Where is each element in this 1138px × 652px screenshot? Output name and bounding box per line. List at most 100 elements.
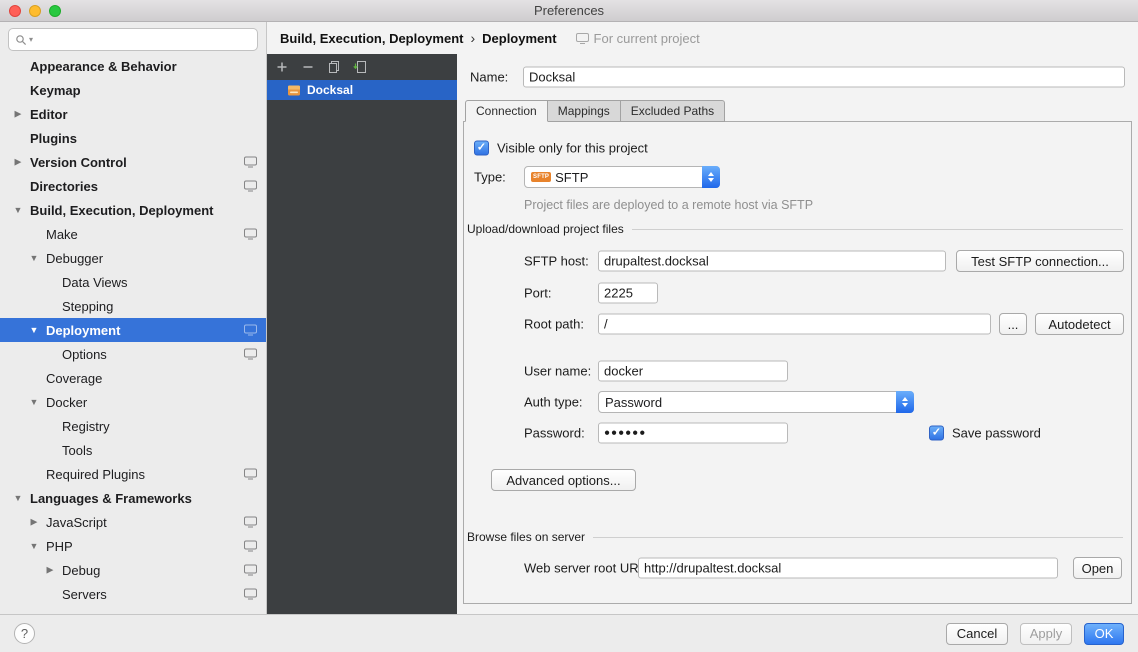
sidebar-item-deployment[interactable]: ▼ Deployment <box>0 318 266 342</box>
chevron-down-icon[interactable]: ▼ <box>28 397 40 407</box>
project-setting-icon <box>244 229 257 240</box>
minimize-button[interactable] <box>29 5 41 17</box>
sidebar-item-label: JavaScript <box>46 515 107 530</box>
sidebar-item-docker[interactable]: ▼Docker <box>0 390 266 414</box>
add-icon[interactable] <box>275 60 289 74</box>
apply-button[interactable]: Apply <box>1020 623 1072 645</box>
chevron-down-icon[interactable]: ▼ <box>28 253 40 263</box>
chevron-right-icon[interactable]: ▶ <box>12 157 24 168</box>
browse-section-header: Browse files on server <box>467 529 1123 545</box>
browse-root-path-button[interactable]: ... <box>999 313 1027 335</box>
server-toolbar <box>267 54 457 80</box>
open-button[interactable]: Open <box>1073 557 1122 579</box>
port-input[interactable] <box>598 283 658 304</box>
sidebar-item-version-control[interactable]: ▶Version Control <box>0 150 266 174</box>
save-password-label: Save password <box>952 426 1041 441</box>
sidebar-item-label: Servers <box>62 587 107 602</box>
auth-type-select[interactable]: Password <box>598 391 914 413</box>
upload-section-header: Upload/download project files <box>467 221 1123 237</box>
port-label: Port: <box>524 286 551 301</box>
sidebar-item-servers[interactable]: Servers <box>0 582 266 606</box>
sidebar-item-registry[interactable]: Registry <box>0 414 266 438</box>
footer-bar: ? Cancel Apply OK <box>0 614 1138 652</box>
settings-search[interactable]: ▾ <box>8 28 258 51</box>
sidebar-item-tools[interactable]: Tools <box>0 438 266 462</box>
sidebar-item-make[interactable]: Make <box>0 222 266 246</box>
combo-stepper-icon <box>896 391 914 413</box>
breadcrumb-part-build-execution-deployment[interactable]: Build, Execution, Deployment <box>280 31 463 46</box>
password-input[interactable] <box>598 423 788 444</box>
sidebar-item-label: PHP <box>46 539 73 554</box>
sidebar-item-stepping[interactable]: Stepping <box>0 294 266 318</box>
advanced-options-button[interactable]: Advanced options... <box>491 469 636 491</box>
sftp-host-label: SFTP host: <box>524 254 589 269</box>
auth-type-value: Password <box>605 395 662 410</box>
web-root-input[interactable] <box>638 558 1058 579</box>
save-password-checkbox[interactable]: ✓ <box>929 426 944 441</box>
chevron-down-icon[interactable]: ▼ <box>12 493 24 503</box>
test-sftp-connection-button[interactable]: Test SFTP connection... <box>956 250 1124 272</box>
user-name-input[interactable] <box>598 361 788 382</box>
sidebar-item-plugins[interactable]: Plugins <box>0 126 266 150</box>
window-title: Preferences <box>534 3 604 18</box>
sidebar-item-data-views[interactable]: Data Views <box>0 270 266 294</box>
zoom-button[interactable] <box>49 5 61 17</box>
sidebar-item-coverage[interactable]: Coverage <box>0 366 266 390</box>
root-path-label: Root path: <box>524 317 584 332</box>
breadcrumb: Build, Execution, Deployment › Deploymen… <box>267 22 1138 54</box>
tab-label: Connection <box>476 104 537 118</box>
visible-only-checkbox[interactable]: ✓ <box>474 141 489 156</box>
type-value: SFTP <box>555 170 588 185</box>
sidebar-item-label: Required Plugins <box>46 467 145 482</box>
remove-icon[interactable] <box>301 60 315 74</box>
sidebar-item-label: Debugger <box>46 251 103 266</box>
tab-excluded-paths[interactable]: Excluded Paths <box>621 100 725 122</box>
traffic-lights <box>9 5 61 17</box>
project-setting-icon <box>244 157 257 168</box>
type-row: Type: SFTP SFTP <box>464 166 1131 188</box>
chevron-right-icon[interactable]: ▶ <box>12 109 24 120</box>
sidebar-item-label: Options <box>62 347 107 362</box>
project-setting-icon <box>244 349 257 360</box>
sidebar-item-javascript[interactable]: ▶ JavaScript <box>0 510 266 534</box>
sidebar-item-label: Deployment <box>46 323 120 338</box>
sidebar-item-required-plugins[interactable]: Required Plugins <box>0 462 266 486</box>
sidebar-item-php[interactable]: ▼ PHP <box>0 534 266 558</box>
chevron-right-icon[interactable]: ▶ <box>28 517 40 528</box>
search-input[interactable] <box>35 33 251 47</box>
footer-buttons: Cancel Apply OK <box>946 623 1124 645</box>
server-item-docksal[interactable]: Docksal <box>267 80 457 100</box>
autodetect-button[interactable]: Autodetect <box>1035 313 1124 335</box>
chevron-down-icon[interactable]: ▼ <box>28 541 40 551</box>
upload-section-title: Upload/download project files <box>467 222 624 236</box>
close-button[interactable] <box>9 5 21 17</box>
sidebar-item-debugger[interactable]: ▼ Debugger <box>0 246 266 270</box>
tab-connection[interactable]: Connection <box>465 100 548 122</box>
ok-button[interactable]: OK <box>1084 623 1124 645</box>
sidebar-item-label: Tools <box>62 443 92 458</box>
paste-icon[interactable] <box>353 60 367 74</box>
sidebar-item-build-execution-deployment[interactable]: ▼Build, Execution, Deployment <box>0 198 266 222</box>
chevron-down-icon[interactable]: ▼ <box>12 205 24 215</box>
sidebar-item-appearance-behavior[interactable]: Appearance & Behavior <box>0 54 266 78</box>
sidebar-item-label: Registry <box>62 419 110 434</box>
name-input[interactable] <box>523 67 1125 88</box>
sidebar-item-directories[interactable]: Directories <box>0 174 266 198</box>
sftp-host-input[interactable] <box>598 251 946 272</box>
tab-mappings[interactable]: Mappings <box>548 100 621 122</box>
copy-icon[interactable] <box>327 60 341 74</box>
password-label: Password: <box>524 426 585 441</box>
chevron-down-icon[interactable]: ▼ <box>28 325 40 335</box>
sidebar-item-label: Editor <box>30 107 68 122</box>
sidebar-item-languages-frameworks[interactable]: ▼Languages & Frameworks <box>0 486 266 510</box>
chevron-right-icon[interactable]: ▶ <box>44 565 56 576</box>
root-path-input[interactable] <box>598 314 991 335</box>
sidebar-item-options[interactable]: Options <box>0 342 266 366</box>
sidebar-item-debug[interactable]: ▶Debug <box>0 558 266 582</box>
cancel-button[interactable]: Cancel <box>946 623 1008 645</box>
sidebar-item-keymap[interactable]: Keymap <box>0 78 266 102</box>
sidebar-item-editor[interactable]: ▶ Editor <box>0 102 266 126</box>
help-button[interactable]: ? <box>14 623 35 644</box>
type-select[interactable]: SFTP SFTP <box>524 166 720 188</box>
web-root-label: Web server root URL: <box>524 561 649 576</box>
